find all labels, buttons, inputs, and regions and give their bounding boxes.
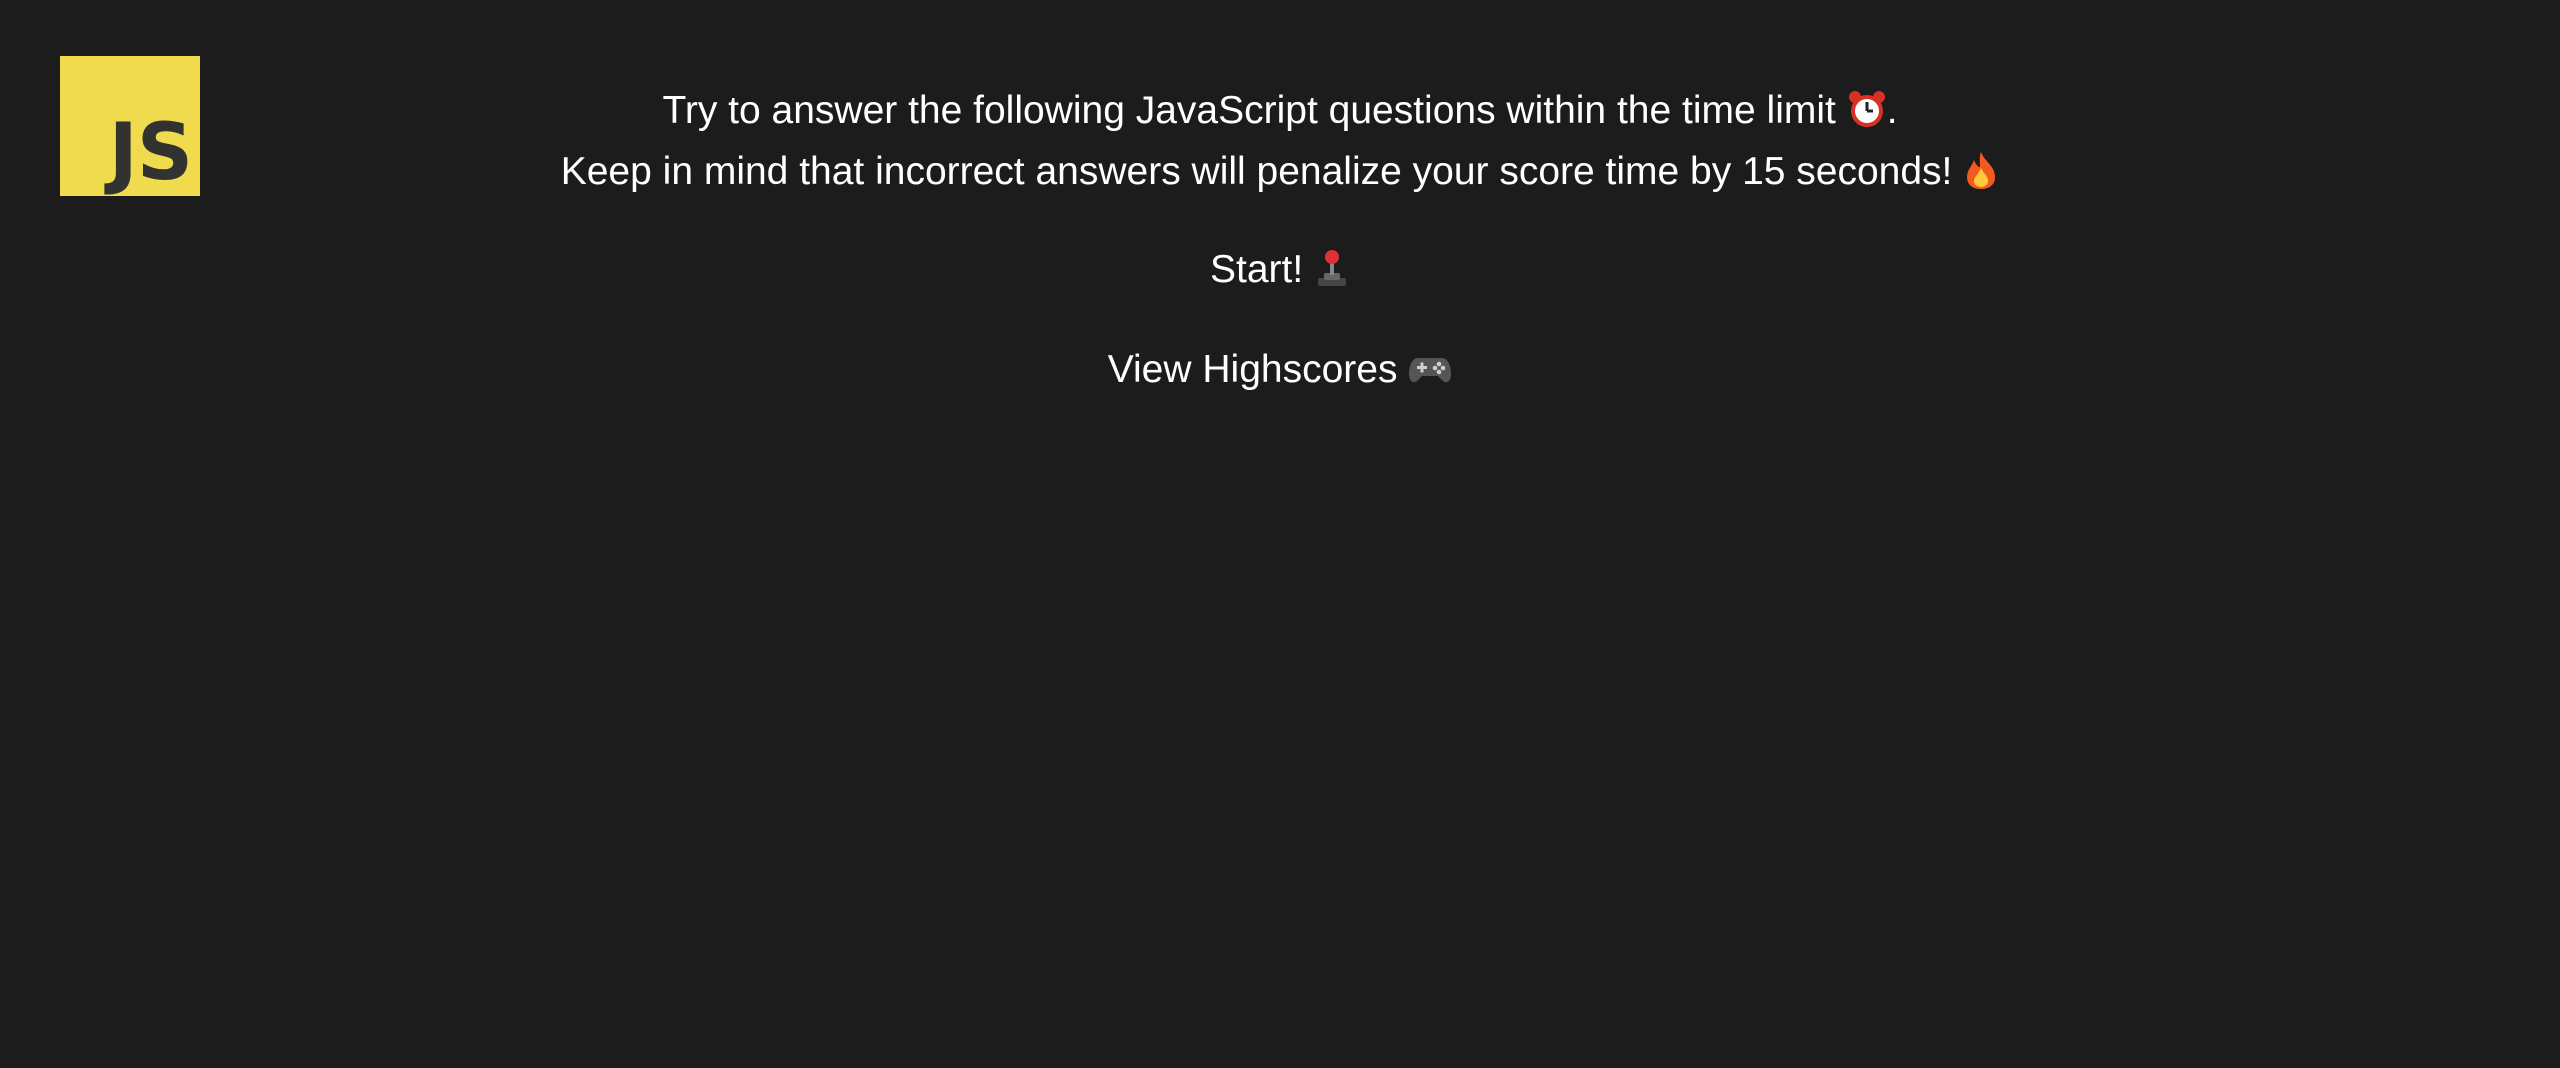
main-content: Try to answer the following JavaScript q…	[0, 80, 2560, 400]
highscores-button-label: View Highscores	[1107, 348, 1398, 391]
instructions-text-2: Keep in mind that incorrect answers will…	[560, 150, 1953, 193]
fire-icon	[1963, 141, 1999, 202]
joystick-icon	[1314, 239, 1350, 300]
alarm-clock-icon	[1847, 80, 1887, 141]
start-button-label: Start!	[1209, 248, 1304, 291]
instructions-line-2: Keep in mind that incorrect answers will…	[0, 141, 2560, 202]
instructions-text-1: Try to answer the following JavaScript q…	[662, 89, 1836, 132]
instructions-line-1: Try to answer the following JavaScript q…	[0, 80, 2560, 141]
instructions-text-1-end: .	[1886, 89, 1898, 132]
game-controller-icon	[1408, 339, 1452, 400]
start-button[interactable]: Start!	[1210, 239, 1350, 300]
view-highscores-button[interactable]: View Highscores	[1108, 339, 1453, 400]
